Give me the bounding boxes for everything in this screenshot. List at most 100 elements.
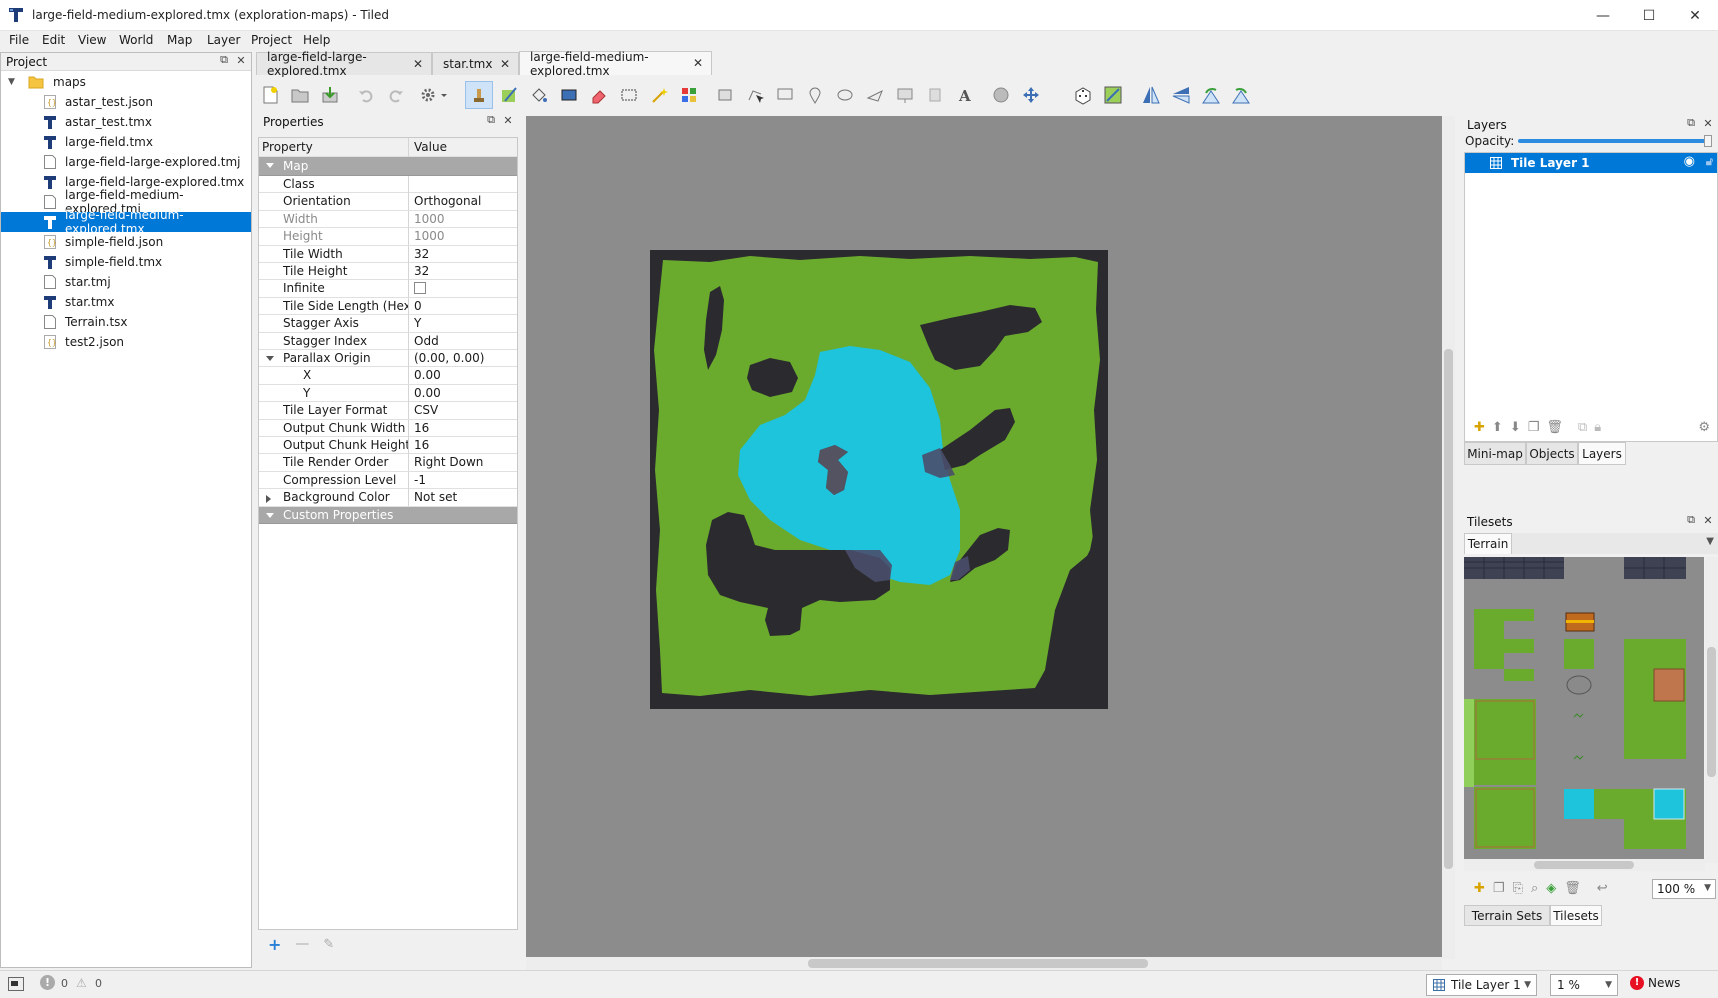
insert-polygon-button[interactable] (861, 81, 889, 109)
property-row[interactable]: Width 1000 (259, 210, 517, 229)
property-row[interactable]: Tile Layer Format CSV (259, 402, 517, 420)
insert-tile-button[interactable] (711, 81, 739, 109)
property-row[interactable]: Output Chunk Height 16 (259, 437, 517, 455)
rect-select-button[interactable] (615, 81, 643, 109)
map-canvas[interactable] (526, 116, 1455, 959)
zoom-select[interactable]: 1 % ▼ (1550, 974, 1618, 996)
group-custom-properties[interactable]: Custom Properties (259, 506, 517, 524)
select-same-tile-button[interactable] (675, 81, 703, 109)
insert-template-button[interactable] (921, 81, 949, 109)
property-row[interactable]: Parallax Origin (0.00, 0.00) (259, 350, 517, 368)
layer-properties-icon[interactable]: ⚙ (1698, 420, 1710, 435)
new-file-button[interactable] (256, 81, 284, 109)
close-icon[interactable]: ✕ (1702, 514, 1714, 527)
tile-map[interactable] (650, 250, 1108, 709)
property-value[interactable]: 0 (410, 298, 517, 315)
terrain-tileset-icon[interactable]: ◈ (1546, 881, 1556, 896)
flip-horizontal-button[interactable] (1137, 81, 1165, 109)
tree-file-item[interactable]: {} test2.json (1, 332, 251, 352)
layer-select[interactable]: Tile Layer 1 ▼ (1426, 974, 1537, 996)
new-layer-icon[interactable]: ✚ (1474, 420, 1485, 435)
menu-layer[interactable]: Layer (207, 33, 240, 47)
menu-help[interactable]: Help (303, 33, 330, 47)
rename-property-icon[interactable]: ✎ (323, 937, 334, 952)
close-icon[interactable]: ✕ (502, 114, 514, 127)
property-value[interactable]: 32 (410, 246, 517, 263)
tab-layers[interactable]: Layers (1578, 442, 1626, 465)
tileset-horizontal-scrollbar[interactable] (1464, 859, 1705, 871)
property-row[interactable]: Infinite (259, 280, 517, 298)
property-row[interactable]: Y 0.00 (259, 384, 517, 403)
minimize-button[interactable]: — (1580, 0, 1626, 31)
chevron-down-icon[interactable]: ▼ (1524, 980, 1531, 990)
property-row[interactable]: Tile Width 32 (259, 245, 517, 263)
redo-button[interactable] (382, 81, 410, 109)
tileset-vertical-scrollbar[interactable] (1705, 557, 1718, 863)
vertical-scroll-thumb[interactable] (1444, 349, 1453, 869)
menu-view[interactable]: View (78, 33, 106, 47)
stamp-brush-button[interactable] (465, 81, 493, 109)
property-value[interactable]: 1000 (410, 228, 517, 245)
merge-layer-icon[interactable]: ⧉ (1578, 420, 1587, 435)
commands-button[interactable] (416, 81, 452, 109)
property-value[interactable]: Orthogonal (410, 193, 517, 210)
rotate-left-button[interactable] (1197, 81, 1225, 109)
scroll-thumb[interactable] (1534, 861, 1634, 869)
eye-visible-icon[interactable]: ◉ (1684, 154, 1695, 169)
property-value[interactable]: Odd (410, 333, 517, 350)
tab-star[interactable]: star.tmx ✕ (432, 52, 519, 75)
tab-terrain-sets[interactable]: Terrain Sets (1464, 905, 1550, 926)
property-row[interactable]: Compression Level -1 (259, 471, 517, 490)
export-tileset-icon[interactable]: ⎘ (1513, 881, 1523, 896)
property-row[interactable]: Orientation Orthogonal (259, 193, 517, 211)
tree-file-item[interactable]: simple-field.tmx (1, 252, 251, 272)
property-row[interactable]: Class (259, 176, 517, 194)
save-button[interactable] (316, 81, 344, 109)
new-tileset-icon[interactable]: ✚ (1474, 881, 1485, 896)
chevron-down-icon[interactable]: ▼ (1704, 883, 1711, 893)
opacity-slider-handle[interactable] (1704, 135, 1712, 147)
property-row[interactable]: Tile Render Order Right Down (259, 454, 517, 472)
property-value[interactable]: 0.00 (410, 385, 517, 402)
property-value[interactable]: Y (410, 315, 517, 332)
tab-large-field-large-explored[interactable]: large-field-large-explored.tmx ✕ (256, 50, 432, 78)
insert-point-button[interactable] (801, 81, 829, 109)
tileset-view[interactable] (1464, 557, 1704, 863)
insert-text-button[interactable]: A (951, 81, 979, 109)
group-map[interactable]: Map (259, 157, 517, 176)
vertical-scrollbar[interactable] (1442, 116, 1455, 959)
property-row[interactable]: Tile Side Length (Hex) 0 (259, 297, 517, 316)
menu-file[interactable]: File (9, 33, 29, 47)
tree-file-item[interactable]: star.tmj (1, 272, 251, 292)
maximize-button[interactable]: ☐ (1626, 0, 1672, 31)
menu-map[interactable]: Map (167, 33, 192, 47)
insert-rectangle-button[interactable] (771, 81, 799, 109)
property-value[interactable]: 1000 (410, 211, 517, 228)
close-button[interactable]: ✕ (1672, 0, 1718, 31)
column-header-property[interactable]: Property (259, 138, 409, 157)
tree-file-item[interactable]: Terrain.tsx (1, 312, 251, 332)
close-icon[interactable]: ✕ (693, 56, 703, 70)
chevron-down-icon[interactable]: ▼ (1605, 980, 1612, 990)
menu-project[interactable]: Project (251, 33, 292, 47)
rotate-right-button[interactable] (1227, 81, 1255, 109)
delete-tileset-icon[interactable]: 🗑︎ (1564, 881, 1581, 896)
tree-file-item[interactable]: star.tmx (1, 292, 251, 312)
float-icon[interactable]: ⧉ (1685, 116, 1697, 129)
tree-file-item[interactable]: large-field-medium-explored.tmx (1, 208, 251, 236)
bucket-fill-button[interactable] (525, 81, 553, 109)
close-icon[interactable]: ✕ (235, 54, 247, 67)
tree-file-item[interactable]: large-field-large-explored.tmj (1, 152, 251, 172)
insert-ellipse-button[interactable] (831, 81, 859, 109)
news-button[interactable]: ! News (1630, 976, 1680, 990)
property-row[interactable]: Height 1000 (259, 228, 517, 246)
lock-icon[interactable]: 🔓︎ (1706, 155, 1713, 169)
opacity-slider[interactable] (1518, 135, 1712, 147)
tree-file-item[interactable]: astar_test.tmx (1, 112, 251, 132)
property-value[interactable] (410, 176, 517, 193)
property-row[interactable]: Tile Height 32 (259, 263, 517, 281)
tree-folder-maps[interactable]: ▼ maps (1, 72, 251, 92)
error-icon[interactable]: ! (40, 975, 55, 990)
chevron-down-icon[interactable]: ▼ (1706, 536, 1714, 547)
undo-button[interactable] (352, 81, 380, 109)
